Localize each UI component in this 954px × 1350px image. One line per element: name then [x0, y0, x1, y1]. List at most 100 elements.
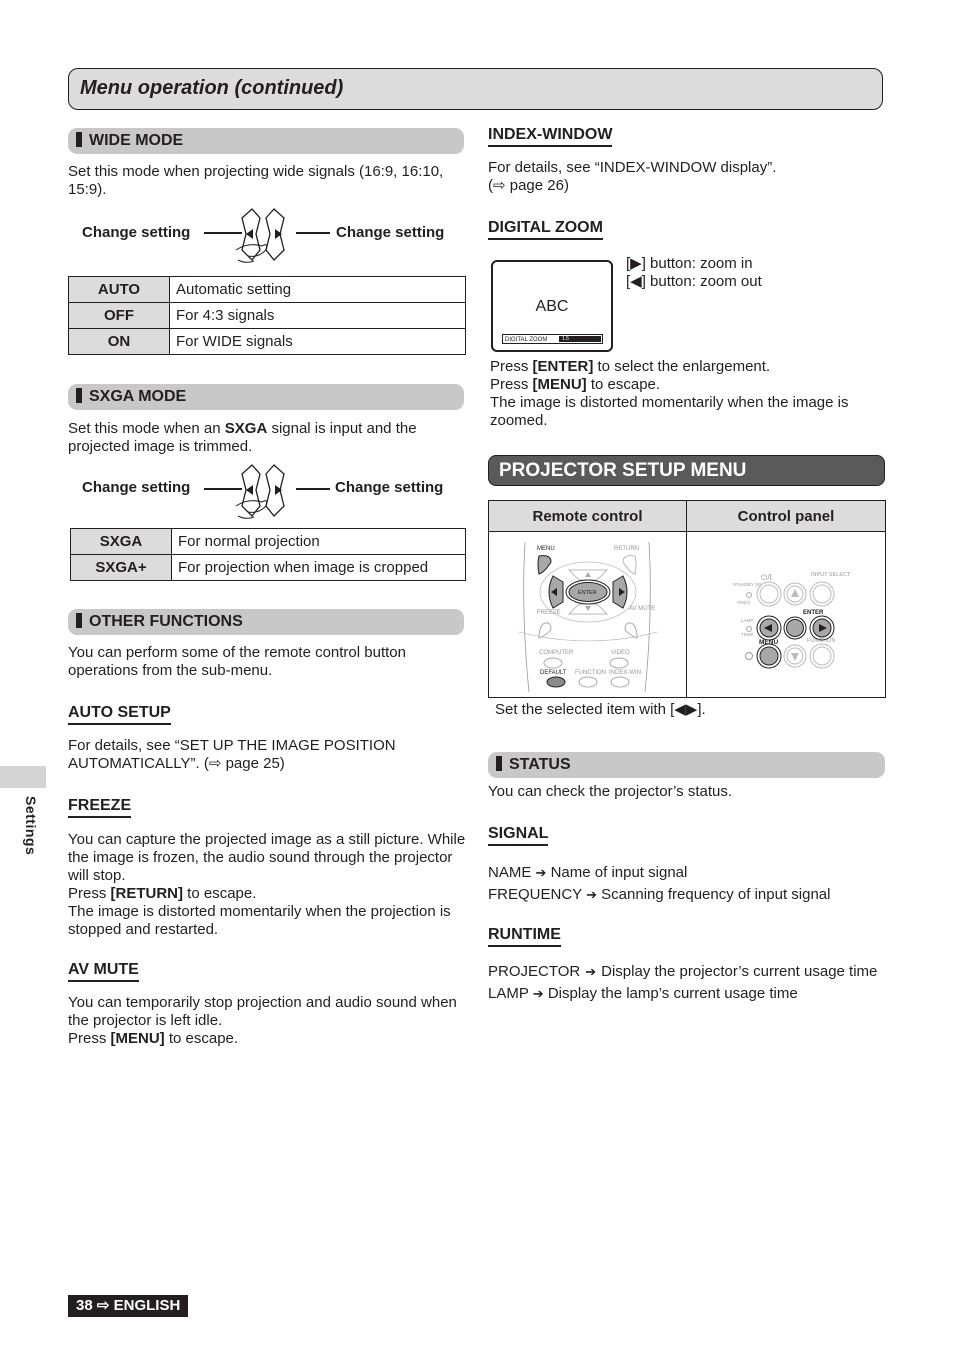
change-setting-right-label: Change setting [335, 479, 444, 496]
table-row: MENU RETURN ENTER FREEZE AV MUTE COMPUTE… [488, 531, 886, 698]
runtime-heading: RUNTIME [488, 926, 561, 947]
wide-mode-options-table: AUTO Automatic setting OFF For 4:3 signals… [68, 276, 466, 355]
freeze-heading: FREEZE [68, 797, 132, 818]
change-setting-right-label: Change setting [336, 224, 445, 241]
option-value: For WIDE signals [169, 328, 466, 355]
option-key: SXGA [70, 528, 172, 555]
index-window-description: For details, see “INDEX-WINDOW display”.… [488, 159, 777, 194]
svg-text:LAMP: LAMP [741, 618, 753, 623]
remote-control-illustration: MENU RETURN ENTER FREEZE AV MUTE COMPUTE… [488, 531, 687, 698]
svg-text:FUNCTION: FUNCTION [807, 638, 835, 644]
projector-setup-note: Set the selected item with [◀▶]. [495, 701, 706, 718]
option-value: Automatic setting [169, 276, 466, 303]
page-footer: 38 ⇨ ENGLISH [68, 1295, 189, 1317]
list-item: NAME ➔ Name of input signal [488, 864, 688, 881]
svg-text:DEFAULT: DEFAULT [540, 670, 567, 676]
svg-text:AV MUTE: AV MUTE [629, 606, 655, 612]
runtime-list: PROJECTOR ➔ Display the projector’s curren… [488, 963, 883, 1003]
left-right-buttons-icon [235, 464, 285, 519]
svg-text:MENU: MENU [537, 546, 555, 552]
section-title: WIDE MODE [89, 132, 184, 149]
table-row: OFF For 4:3 signals [68, 302, 466, 329]
control-panel-illustration: ⏻/I INPUT SELECT STANDBY (R) ON(G) ENTER… [686, 531, 886, 698]
page-header: Menu operation (continued) [68, 68, 883, 110]
digital-zoom-osd: DIGITAL ZOOM 1.5 [502, 334, 603, 344]
zoom-level-bar: 1.5 [559, 336, 601, 342]
column-remote-control: Remote control [488, 500, 687, 532]
language-label: ENGLISH [113, 1297, 181, 1314]
auto-setup-description: For details, see “SET UP THE IMAGE POSIT… [68, 737, 396, 772]
av-mute-heading: AV MUTE [68, 961, 139, 982]
svg-text:FREEZE: FREEZE [537, 610, 561, 616]
svg-text:FUNCTION: FUNCTION [575, 670, 606, 676]
svg-text:INDEX-WIN: INDEX-WIN [609, 670, 641, 676]
side-tab-label: Settings [23, 796, 39, 856]
zoom-buttons-description: [▶] button: zoom in [◀] button: zoom out [626, 255, 762, 290]
svg-text:⏻/I: ⏻/I [761, 573, 772, 582]
projector-setup-table: Remote control Control panel MENU RETURN [488, 500, 886, 698]
leader-line [296, 232, 330, 234]
digital-zoom-screen-illustration: ABC DIGITAL ZOOM 1.5 [491, 260, 613, 352]
option-key: AUTO [68, 276, 170, 303]
digital-zoom-heading: DIGITAL ZOOM [488, 219, 603, 240]
wide-mode-description: Set this mode when projecting wide signa… [68, 163, 444, 198]
sxga-mode-description: Set this mode when an SXGA signal is inp… [68, 420, 417, 455]
arrow-right-icon: ➔ [585, 964, 597, 979]
change-setting-left-label: Change setting [82, 224, 191, 241]
digital-zoom-instructions: Press [ENTER] to select the enlargement.… [490, 358, 849, 429]
remote-control-icon: MENU RETURN ENTER FREEZE AV MUTE COMPUTE… [518, 541, 658, 693]
svg-text:INPUT SELECT: INPUT SELECT [811, 572, 851, 578]
index-window-heading: INDEX-WINDOW [488, 126, 613, 147]
section-wide-mode: WIDE MODE [68, 128, 464, 154]
left-right-buttons-icon [235, 208, 285, 263]
option-key: SXGA+ [70, 554, 172, 581]
svg-text:TEMP: TEMP [741, 632, 754, 637]
arrow-right-icon: ➔ [586, 887, 597, 902]
arrow-right-icon: ➔ [532, 986, 544, 1001]
change-setting-left-label: Change setting [82, 479, 191, 496]
screen-text: ABC [535, 298, 569, 315]
table-row: ON For WIDE signals [68, 328, 466, 355]
arrow-right-icon: ⇨ [96, 1297, 110, 1314]
auto-setup-heading: AUTO SETUP [68, 704, 171, 725]
av-mute-description: You can temporarily stop projection and … [68, 994, 457, 1047]
section-sxga-mode: SXGA MODE [68, 384, 464, 410]
table-header-row: Remote control Control panel [488, 500, 886, 532]
option-key: ON [68, 328, 170, 355]
option-value: For normal projection [171, 528, 466, 555]
table-row: SXGA+ For projection when image is croppe… [70, 554, 466, 581]
svg-text:COMPUTER: COMPUTER [539, 650, 574, 656]
section-title: STATUS [509, 756, 571, 773]
column-control-panel: Control panel [686, 500, 886, 532]
svg-text:ENTER: ENTER [803, 610, 824, 616]
section-marker-icon [76, 388, 82, 403]
option-key: OFF [68, 302, 170, 329]
other-functions-description: You can perform some of the remote contr… [68, 644, 406, 679]
table-row: SXGA For normal projection [70, 528, 466, 555]
control-panel-icon: ⏻/I INPUT SELECT STANDBY (R) ON(G) ENTER… [733, 572, 851, 669]
section-marker-icon [76, 613, 82, 628]
svg-text:ON(G): ON(G) [737, 600, 751, 605]
svg-text:MENU: MENU [759, 639, 778, 646]
sxga-mode-options-table: SXGA For normal projection SXGA+ For proje… [70, 528, 466, 581]
freeze-description: You can capture the projected image as a… [68, 831, 466, 938]
section-other-functions: OTHER FUNCTIONS [68, 609, 464, 635]
svg-text:VIDEO: VIDEO [611, 650, 630, 656]
section-title: SXGA MODE [89, 388, 187, 405]
table-row: AUTO Automatic setting [68, 276, 466, 303]
list-item: LAMP ➔ Display the lamp’s current usage … [488, 985, 798, 1002]
option-value: For 4:3 signals [169, 302, 466, 329]
arrow-right-icon: ➔ [535, 865, 547, 880]
list-item: FREQUENCY ➔ Scanning frequency of input … [488, 886, 831, 903]
section-marker-icon [496, 756, 502, 771]
section-marker-icon [76, 132, 82, 147]
status-description: You can check the projector’s status. [488, 783, 733, 800]
projector-setup-menu-heading: PROJECTOR SETUP MENU [488, 455, 885, 486]
signal-list: NAME ➔ Name of input signal FREQUENCY ➔ … [488, 862, 830, 906]
svg-text:STANDBY (R): STANDBY (R) [733, 582, 762, 587]
leader-line [296, 488, 330, 490]
svg-text:ENTER: ENTER [578, 590, 597, 596]
option-value: For projection when image is cropped [171, 554, 466, 581]
side-tab [0, 766, 46, 788]
section-status: STATUS [488, 752, 885, 778]
